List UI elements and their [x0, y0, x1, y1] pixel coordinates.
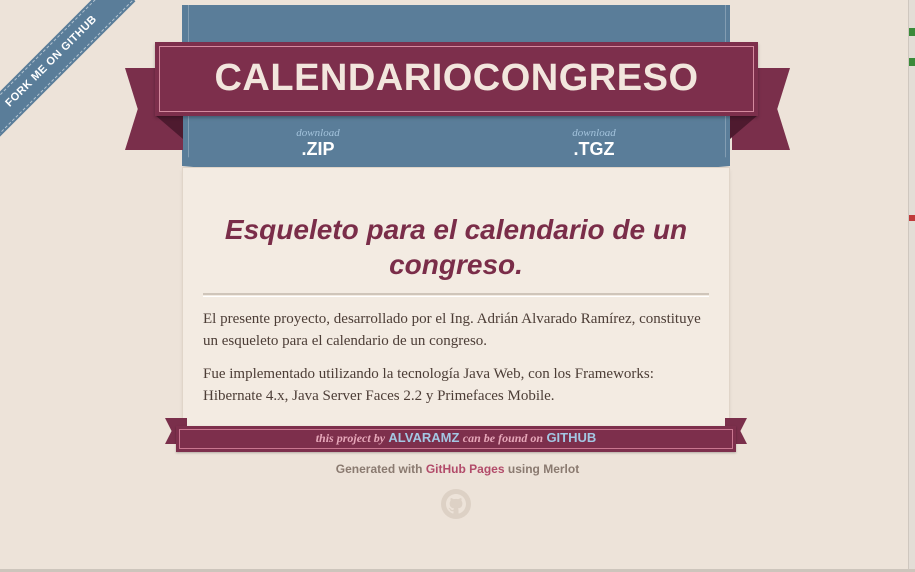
title-ribbon: CALENDARIOCONGRESO — [155, 42, 758, 116]
footer-ribbon: this project by ALVARAMZ can be found on… — [176, 426, 736, 452]
edge-marker — [909, 28, 915, 36]
edge-marker — [909, 58, 915, 66]
window-edge — [908, 0, 915, 572]
download-tgz-prefix: download — [572, 127, 616, 139]
edge-marker — [909, 215, 915, 221]
download-zip-link[interactable]: download .ZIP — [282, 127, 354, 160]
footer-text-found: can be found on — [462, 431, 544, 445]
github-pages-link[interactable]: GitHub Pages — [426, 462, 505, 476]
generated-suffix: using Merlot — [507, 462, 580, 476]
site-title[interactable]: CALENDARIOCONGRESO — [155, 42, 758, 114]
author-link[interactable]: ALVARAMZ — [388, 430, 459, 445]
description-paragraph: El presente proyecto, desarrollado por e… — [203, 311, 701, 349]
download-tgz-link[interactable]: download .TGZ — [558, 127, 630, 160]
github-link[interactable]: GITHUB — [546, 430, 596, 445]
divider — [203, 293, 709, 295]
divider-highlight — [203, 296, 709, 297]
download-zip-label: .ZIP — [301, 139, 335, 159]
generated-prefix: Generated with — [335, 462, 423, 476]
github-octocat-icon[interactable] — [441, 489, 471, 519]
generated-credit: Generated with GitHub Pages using Merlot — [0, 462, 915, 476]
download-zip-prefix: download — [296, 127, 340, 139]
footer-credits: this project by ALVARAMZ can be found on… — [176, 426, 736, 450]
octocat-glyph — [446, 494, 466, 514]
fork-me-on-github-link[interactable]: Fork me on GitHub — [0, 0, 133, 143]
technology-paragraph: Fue implementado utilizando la tecnologí… — [203, 366, 654, 404]
download-tgz-label: .TGZ — [573, 139, 615, 159]
footer-text-by: this project by — [315, 431, 386, 445]
page-headline: Esqueleto para el calendario de un congr… — [224, 214, 688, 280]
